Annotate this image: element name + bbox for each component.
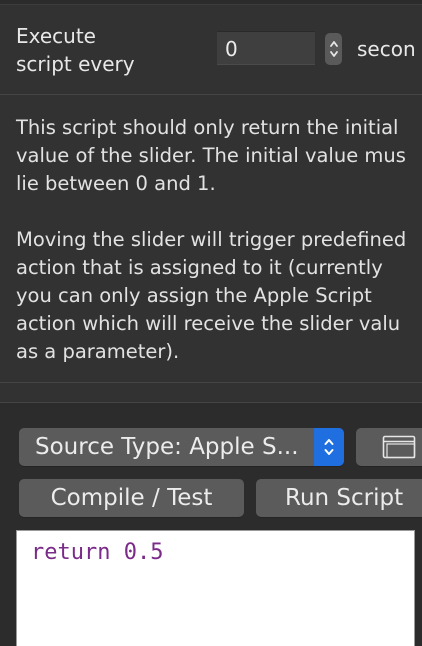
- window-icon: [382, 435, 416, 459]
- section-divider: [0, 94, 422, 95]
- popup-arrows-icon: [314, 428, 344, 466]
- section-divider: [0, 402, 422, 403]
- description-line: you can only assign the Apple Script: [16, 284, 372, 307]
- slider-script-description: This script should only return the initi…: [16, 114, 422, 366]
- description-line: lie between 0 and 1.: [16, 172, 216, 195]
- description-line: value of the slider. The initial value m…: [16, 144, 406, 167]
- interval-unit-label: secon: [357, 37, 416, 61]
- description-line: Moving the slider will trigger predefine…: [16, 228, 407, 251]
- execute-interval-input[interactable]: 0: [217, 31, 315, 65]
- compile-test-button[interactable]: Compile / Test: [19, 479, 244, 517]
- section-divider: [0, 382, 422, 383]
- interval-stepper[interactable]: [325, 33, 342, 65]
- slider-script-settings-panel: Execute script every 0 secon This script…: [0, 0, 422, 646]
- source-type-popup[interactable]: Source Type: Apple S...: [19, 428, 344, 466]
- script-code: return 0.5: [31, 540, 164, 565]
- source-type-label: Source Type: Apple S...: [35, 434, 299, 460]
- top-divider: [0, 0, 422, 5]
- description-line: as a parameter).: [16, 340, 180, 363]
- script-editor[interactable]: return 0.5: [16, 530, 415, 646]
- open-editor-window-button[interactable]: [356, 428, 422, 466]
- run-script-button[interactable]: Run Script: [256, 479, 422, 517]
- description-line: action that is assigned to it (currently: [16, 256, 383, 279]
- stepper-arrows-icon: [329, 41, 338, 57]
- description-line: action which will receive the slider val…: [16, 312, 401, 335]
- description-line: This script should only return the initi…: [16, 116, 399, 139]
- execute-interval-label: Execute script every: [16, 24, 135, 76]
